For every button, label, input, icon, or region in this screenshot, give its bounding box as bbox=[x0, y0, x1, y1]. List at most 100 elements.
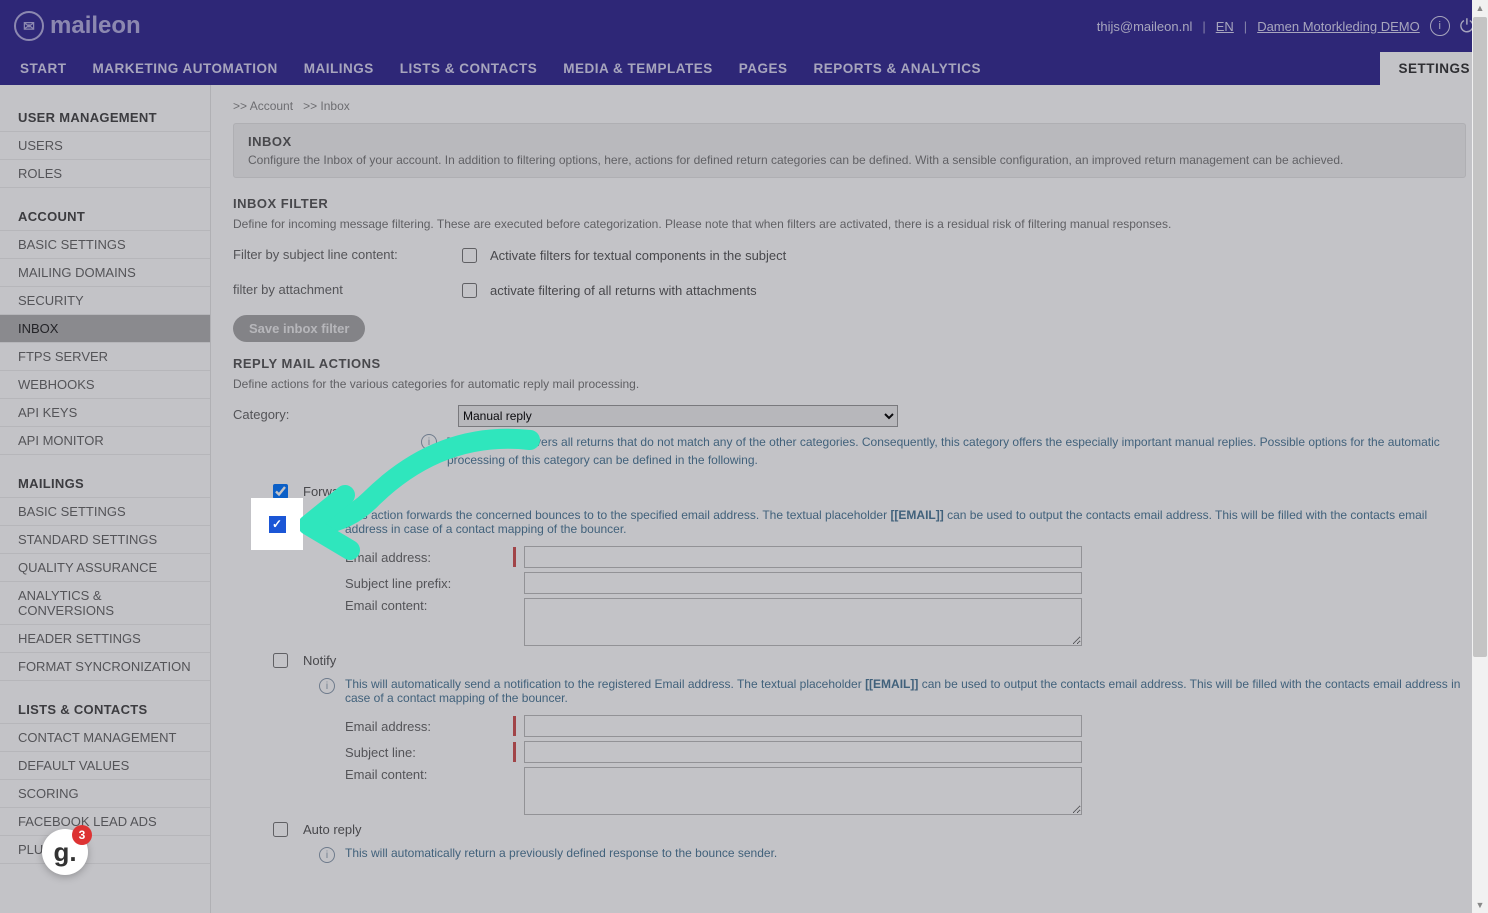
nav-media-templates[interactable]: MEDIA & TEMPLATES bbox=[563, 52, 713, 85]
forward-email-label: Email address: bbox=[345, 550, 505, 565]
info-icon: i bbox=[319, 509, 335, 525]
topbar-right: thijs@maileon.nl | EN | Damen Motorkledi… bbox=[1097, 16, 1474, 37]
nav-marketing-automation[interactable]: MARKETING AUTOMATION bbox=[93, 52, 278, 85]
scroll-down-icon[interactable]: ▼ bbox=[1472, 897, 1488, 913]
sidebar-item-contact-mgmt[interactable]: CONTACT MANAGEMENT bbox=[0, 723, 210, 751]
forward-email-input[interactable] bbox=[524, 546, 1082, 568]
filter-subject-label: Filter by subject line content: bbox=[233, 245, 458, 262]
category-label: Category: bbox=[233, 405, 458, 422]
page-scrollbar[interactable]: ▲ ▼ bbox=[1472, 0, 1488, 913]
help-widget-button[interactable]: g. 3 bbox=[42, 829, 88, 875]
info-icon: i bbox=[319, 678, 335, 694]
notify-info: i This will automatically send a notific… bbox=[319, 677, 1466, 705]
forward-checkbox[interactable] bbox=[273, 484, 288, 499]
settings-sidebar: USER MANAGEMENT USERS ROLES ACCOUNT BASI… bbox=[0, 85, 211, 913]
sidebar-item-m-format[interactable]: FORMAT SYNCRONIZATION bbox=[0, 652, 210, 681]
sidebar-item-mailing-domains[interactable]: MAILING DOMAINS bbox=[0, 258, 210, 286]
required-indicator bbox=[513, 742, 516, 762]
category-select[interactable]: Manual reply bbox=[458, 405, 898, 427]
sidebar-item-m-header[interactable]: HEADER SETTINGS bbox=[0, 624, 210, 652]
separator: | bbox=[1202, 19, 1205, 34]
inbox-panel: INBOX Configure the Inbox of your accoun… bbox=[233, 123, 1466, 178]
sidebar-item-api-monitor[interactable]: API MONITOR bbox=[0, 426, 210, 455]
inbox-panel-desc: Configure the Inbox of your account. In … bbox=[248, 153, 1451, 167]
main-nav: START MARKETING AUTOMATION MAILINGS LIST… bbox=[0, 52, 1488, 85]
sidebar-item-scoring[interactable]: SCORING bbox=[0, 779, 210, 807]
inbox-panel-title: INBOX bbox=[248, 134, 1451, 149]
nav-reports-analytics[interactable]: REPORTS & ANALYTICS bbox=[814, 52, 982, 85]
topbar-email: thijs@maileon.nl bbox=[1097, 19, 1193, 34]
scroll-up-icon[interactable]: ▲ bbox=[1472, 0, 1488, 16]
brand-logo: ✉ maileon bbox=[14, 11, 141, 41]
breadcrumb: >> Account >> Inbox bbox=[233, 95, 1466, 123]
notify-subject-label: Subject line: bbox=[345, 745, 505, 760]
forward-info: i This action forwards the concerned bou… bbox=[319, 508, 1466, 536]
notify-content-label: Email content: bbox=[345, 767, 505, 782]
info-icon[interactable]: i bbox=[1430, 16, 1450, 36]
notify-info-text: This will automatically send a notificat… bbox=[345, 677, 1466, 705]
save-inbox-filter-button[interactable]: Save inbox filter bbox=[233, 315, 365, 342]
sidebar-item-users[interactable]: USERS bbox=[0, 131, 210, 159]
filter-subject-text: Activate filters for textual components … bbox=[490, 248, 786, 263]
sidebar-item-m-standard[interactable]: STANDARD SETTINGS bbox=[0, 525, 210, 553]
filter-subject-checkbox-label[interactable]: Activate filters for textual components … bbox=[458, 245, 786, 266]
forward-subject-label: Subject line prefix: bbox=[345, 576, 505, 591]
sidebar-item-inbox[interactable]: INBOX bbox=[0, 314, 210, 342]
topbar-language-link[interactable]: EN bbox=[1216, 19, 1234, 34]
topbar-account-link[interactable]: Damen Motorkleding DEMO bbox=[1257, 19, 1420, 34]
notify-email-input[interactable] bbox=[524, 715, 1082, 737]
autoreply-label: Auto reply bbox=[303, 822, 362, 837]
required-indicator bbox=[513, 547, 516, 567]
info-icon: i bbox=[421, 434, 437, 450]
sidebar-item-basic-settings[interactable]: BASIC SETTINGS bbox=[0, 230, 210, 258]
sidebar-item-webhooks[interactable]: WEBHOOKS bbox=[0, 370, 210, 398]
help-widget-badge: 3 bbox=[72, 825, 92, 845]
sidebar-item-api-keys[interactable]: API KEYS bbox=[0, 398, 210, 426]
filter-attachment-checkbox[interactable] bbox=[462, 283, 477, 298]
sidebar-item-m-qa[interactable]: QUALITY ASSURANCE bbox=[0, 553, 210, 581]
filter-attachment-checkbox-label[interactable]: activate filtering of all returns with a… bbox=[458, 280, 757, 301]
notify-email-label: Email address: bbox=[345, 719, 505, 734]
nav-mailings[interactable]: MAILINGS bbox=[304, 52, 374, 85]
notify-checkbox[interactable] bbox=[273, 653, 288, 668]
autoreply-info: i This will automatically return a previ… bbox=[319, 846, 1466, 863]
sidebar-group-lists-contacts: LISTS & CONTACTS bbox=[0, 691, 210, 723]
nav-pages[interactable]: PAGES bbox=[739, 52, 788, 85]
autoreply-info-text: This will automatically return a previou… bbox=[345, 846, 777, 863]
sidebar-item-roles[interactable]: ROLES bbox=[0, 159, 210, 188]
reply-title: REPLY MAIL ACTIONS bbox=[233, 356, 1466, 371]
main-content: >> Account >> Inbox INBOX Configure the … bbox=[211, 85, 1488, 913]
notify-label: Notify bbox=[303, 653, 336, 668]
help-widget-glyph: g. bbox=[53, 837, 76, 868]
nav-lists-contacts[interactable]: LISTS & CONTACTS bbox=[400, 52, 538, 85]
top-header: ✉ maileon thijs@maileon.nl | EN | Damen … bbox=[0, 0, 1488, 52]
sidebar-item-ftps-server[interactable]: FTPS SERVER bbox=[0, 342, 210, 370]
brand-name: maileon bbox=[50, 12, 141, 40]
filter-attachment-text: activate filtering of all returns with a… bbox=[490, 283, 757, 298]
sidebar-item-fb-lead-ads[interactable]: FACEBOOK LEAD ADS bbox=[0, 807, 210, 835]
category-info-text: This category covers all returns that do… bbox=[447, 433, 1466, 469]
nav-start[interactable]: START bbox=[20, 52, 67, 85]
sidebar-item-m-basic[interactable]: BASIC SETTINGS bbox=[0, 497, 210, 525]
sidebar-item-default-values[interactable]: DEFAULT VALUES bbox=[0, 751, 210, 779]
sidebar-group-mailings: MAILINGS bbox=[0, 465, 210, 497]
reply-desc: Define actions for the various categorie… bbox=[233, 377, 1466, 391]
notify-subject-input[interactable] bbox=[524, 741, 1082, 763]
info-icon: i bbox=[319, 847, 335, 863]
filter-subject-checkbox[interactable] bbox=[462, 248, 477, 263]
logo-mark-icon: ✉ bbox=[14, 11, 44, 41]
separator: | bbox=[1244, 19, 1247, 34]
reply-mail-actions-section: REPLY MAIL ACTIONS Define actions for th… bbox=[233, 356, 1466, 863]
forward-info-text: This action forwards the concerned bounc… bbox=[345, 508, 1466, 536]
forward-content-textarea[interactable] bbox=[524, 598, 1082, 646]
forward-subject-input[interactable] bbox=[524, 572, 1082, 594]
inbox-filter-desc: Define for incoming message filtering. T… bbox=[233, 217, 1466, 231]
sidebar-item-m-analytics[interactable]: ANALYTICS & CONVERSIONS bbox=[0, 581, 210, 624]
sidebar-item-plugins[interactable]: PLUGINS bbox=[0, 835, 210, 864]
notify-content-textarea[interactable] bbox=[524, 767, 1082, 815]
breadcrumb-account[interactable]: >> Account bbox=[233, 99, 293, 113]
sidebar-item-security[interactable]: SECURITY bbox=[0, 286, 210, 314]
scroll-thumb[interactable] bbox=[1473, 17, 1487, 657]
breadcrumb-inbox[interactable]: >> Inbox bbox=[303, 99, 350, 113]
autoreply-checkbox[interactable] bbox=[273, 822, 288, 837]
